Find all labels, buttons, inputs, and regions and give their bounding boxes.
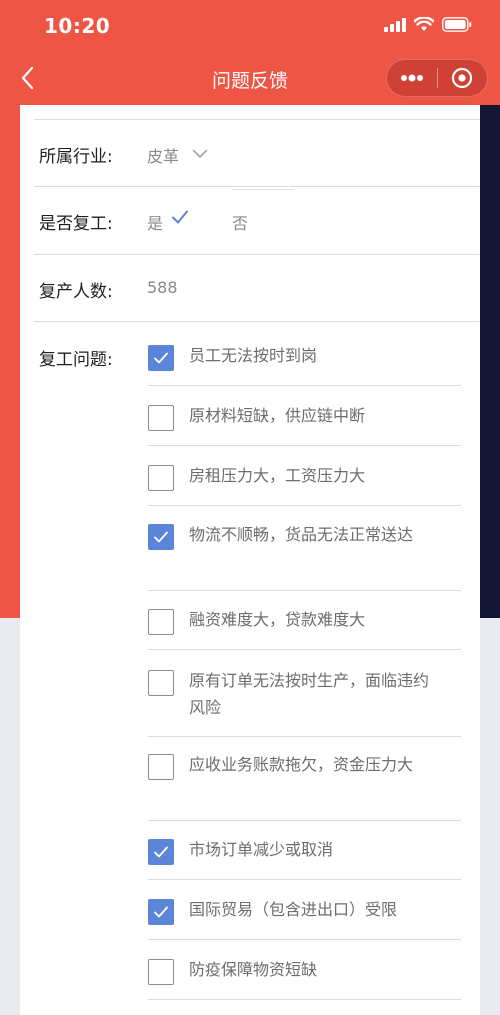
option-divider [148, 736, 461, 737]
more-button[interactable] [387, 60, 437, 96]
resumed-option-yes[interactable]: 是 [147, 210, 163, 234]
side-edge [478, 105, 500, 618]
checkbox[interactable] [148, 405, 174, 431]
check-icon [154, 352, 168, 364]
resumed-option-no[interactable]: 否 [232, 210, 248, 234]
issue-option-label: 应收业务账款拖欠，资金压力大 [189, 755, 414, 774]
issue-option-label: 员工无法按时到岗 [189, 346, 318, 365]
check-icon [154, 531, 168, 543]
issues-label: 复工问题: [39, 350, 113, 370]
mini-program-capsule [386, 59, 488, 97]
option-divider [148, 385, 461, 386]
checkbox[interactable] [148, 959, 174, 985]
option-divider [148, 445, 461, 446]
option-divider [148, 649, 461, 650]
option-divider [148, 999, 461, 1000]
option-divider [148, 505, 461, 506]
issue-option-label: 原有订单无法按时生产，面临违约风险 [189, 671, 430, 717]
option-divider [148, 820, 461, 821]
checkbox-checked[interactable] [148, 345, 174, 371]
issue-option-label: 市场订单减少或取消 [189, 840, 334, 859]
issue-option-label: 国际贸易（包含进出口）受限 [189, 900, 398, 919]
check-icon [154, 846, 168, 858]
checkbox-checked[interactable] [148, 839, 174, 865]
issue-option-label: 原材料短缺，供应链中断 [189, 406, 366, 425]
industry-select[interactable]: 皮革 [147, 143, 179, 167]
wifi-icon [414, 17, 434, 31]
battery-icon [442, 17, 472, 32]
checkbox[interactable] [148, 465, 174, 491]
check-icon [172, 210, 188, 224]
issue-option-label: 融资难度大，贷款难度大 [189, 610, 366, 629]
checkbox-checked[interactable] [148, 899, 174, 925]
status-time: 10:20 [44, 14, 111, 38]
close-mini-program-button[interactable] [437, 60, 487, 96]
dropdown-underline [232, 189, 294, 190]
divider [34, 119, 480, 120]
divider [34, 254, 480, 255]
divider [34, 321, 480, 322]
issue-option-label: 房租压力大，工资压力大 [189, 466, 366, 485]
option-divider [148, 590, 461, 591]
chevron-down-icon[interactable] [192, 149, 208, 159]
checkbox[interactable] [148, 609, 174, 635]
industry-label: 所属行业: [39, 147, 113, 167]
option-divider [148, 939, 461, 940]
divider [34, 186, 480, 187]
status-icons [384, 17, 472, 32]
option-divider [148, 879, 461, 880]
checkbox-checked[interactable] [148, 524, 174, 550]
checkbox[interactable] [148, 670, 174, 696]
check-icon [154, 906, 168, 918]
headcount-input[interactable]: 588 [147, 278, 178, 297]
headcount-label: 复产人数: [39, 282, 113, 302]
checkbox[interactable] [148, 754, 174, 780]
issue-option-label: 防疫保障物资短缺 [189, 960, 318, 979]
resumed-label: 是否复工: [39, 214, 113, 234]
feedback-form-card: 所属行业: 皮革 是否复工: 是 否 复产人数: 588 复工问题: 员工无法按… [20, 105, 480, 1015]
issue-option-label: 物流不顺畅，货品无法正常送达 [189, 525, 414, 544]
status-bar: 10:20 [0, 0, 500, 50]
more-dots-icon [400, 74, 423, 82]
navigation-bar: 问题反馈 [0, 55, 500, 101]
target-circle-icon [452, 67, 473, 89]
signal-icon [384, 17, 406, 32]
